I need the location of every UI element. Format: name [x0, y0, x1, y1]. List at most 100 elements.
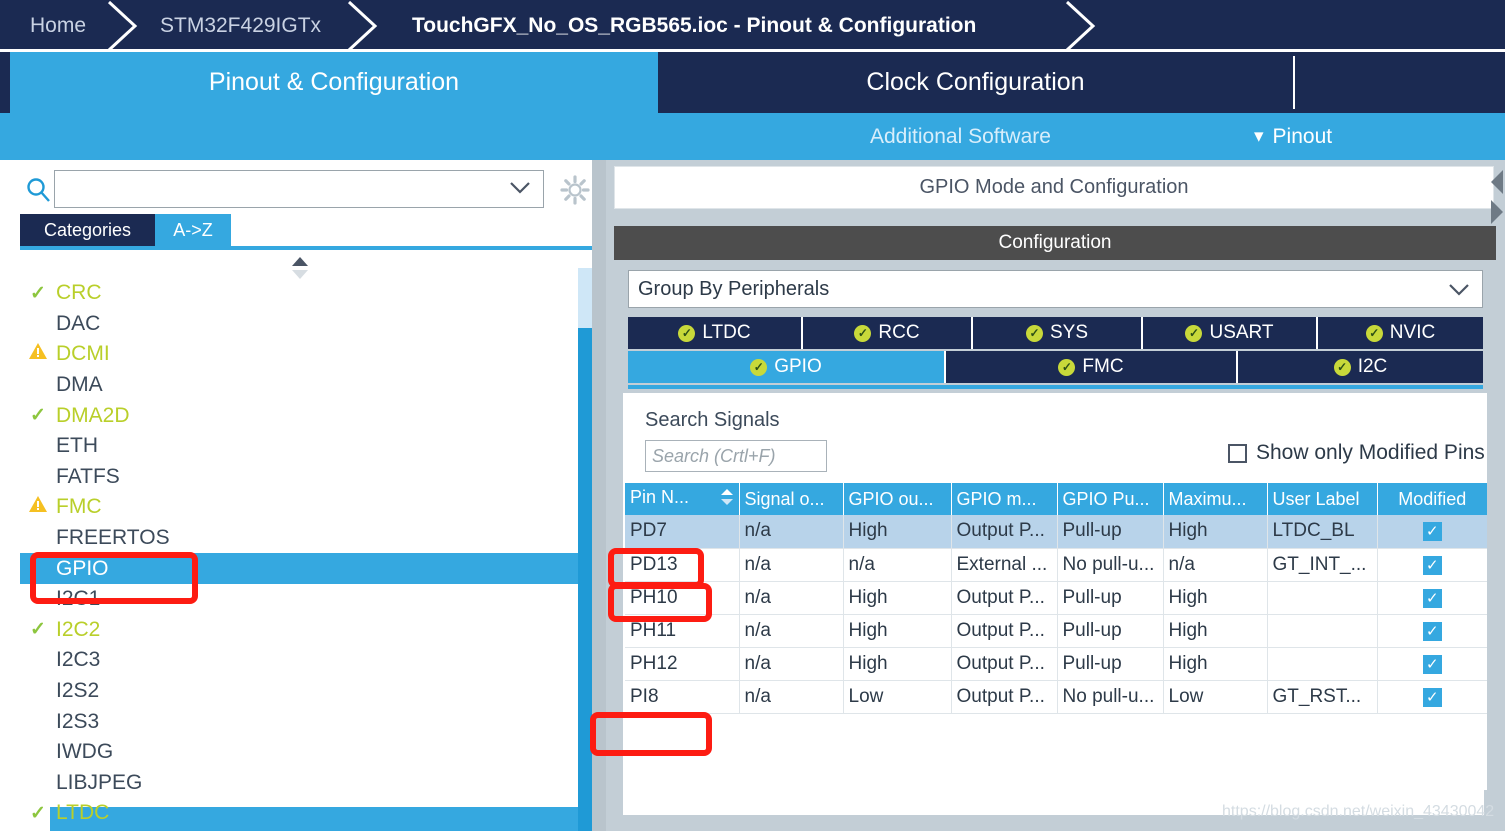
pin-table-cell[interactable]: Output P... — [951, 581, 1058, 615]
sidebar-item-i2c2[interactable]: ✓ I2C2 — [20, 615, 580, 646]
pin-table-cell[interactable]: n/a — [739, 614, 844, 648]
pin-table-cell[interactable]: High — [843, 614, 952, 648]
sort-ascending-icon[interactable] — [720, 487, 734, 512]
checkbox-checked-icon[interactable]: ✓ — [1422, 687, 1442, 707]
subtab-a-to-z[interactable]: A->Z — [155, 214, 231, 246]
chevron-down-icon[interactable] — [1448, 280, 1470, 303]
pin-table-cell[interactable]: Pull-up — [1057, 515, 1164, 549]
periph-tab-nvic[interactable]: ✓ NVIC — [1318, 317, 1483, 349]
sidebar-item-crc[interactable]: ✓ CRC — [20, 278, 580, 309]
sidebar-item-i2c3[interactable]: I2C3 — [20, 645, 580, 676]
pin-table-cell[interactable] — [1267, 647, 1378, 681]
checkbox-checked-icon[interactable]: ✓ — [1422, 555, 1442, 575]
panel-splitter[interactable] — [592, 160, 606, 831]
pin-table-cell[interactable]: n/a — [1163, 548, 1268, 582]
pin-table-cell[interactable]: n/a — [739, 548, 844, 582]
table-row[interactable]: PI8 n/a Low Output P... No pull-u... Low GT_RS… — [625, 680, 1487, 714]
pin-table-cell[interactable]: Pull-up — [1057, 647, 1164, 681]
sidebar-item-dac[interactable]: DAC — [20, 309, 580, 340]
periph-tab-gpio[interactable]: ✓ GPIO — [628, 351, 946, 383]
sidebar-scrollbar-thumb[interactable] — [578, 328, 592, 831]
periph-tab-rcc[interactable]: ✓ RCC — [803, 317, 973, 349]
pin-table-cell[interactable]: Output P... — [951, 647, 1058, 681]
sidebar-item-i2s3[interactable]: I2S3 — [20, 706, 580, 737]
pin-table-cell[interactable]: PH11 — [625, 614, 740, 648]
additional-software-button[interactable]: Additional Software — [870, 113, 1051, 160]
peripheral-search-input[interactable] — [54, 170, 544, 208]
gear-icon[interactable] — [560, 175, 590, 210]
sidebar-item-libjpeg[interactable]: LIBJPEG — [20, 768, 580, 799]
periph-tab-fmc[interactable]: ✓ FMC — [946, 351, 1238, 383]
pin-table-col-7[interactable]: Modified — [1377, 483, 1487, 515]
modified-checkbox-cell[interactable]: ✓ — [1377, 548, 1487, 582]
pin-table-cell[interactable]: Pull-up — [1057, 614, 1164, 648]
sidebar-item-dcmi[interactable]: DCMI — [20, 339, 580, 370]
periph-tab-usart[interactable]: ✓ USART — [1143, 317, 1318, 349]
table-row[interactable]: PH10 n/a High Output P... Pull-up High ✓ — [625, 581, 1487, 615]
checkbox-box-icon[interactable] — [1228, 443, 1247, 463]
sidebar-item-freertos[interactable]: FREERTOS — [20, 523, 580, 554]
pin-table-col-3[interactable]: GPIO m... — [951, 483, 1058, 515]
pin-table-cell[interactable]: Output P... — [951, 614, 1058, 648]
pin-table-cell[interactable]: External ... — [951, 548, 1058, 582]
modified-checkbox-cell[interactable]: ✓ — [1377, 647, 1487, 681]
periph-tab-ltdc[interactable]: ✓ LTDC — [628, 317, 803, 349]
sidebar-item-i2c1[interactable]: I2C1 — [20, 584, 580, 615]
table-row[interactable]: PH12 n/a High Output P... Pull-up High ✓ — [625, 647, 1487, 681]
pin-table-col-0[interactable]: Pin N... — [625, 483, 740, 515]
pin-table-cell[interactable]: PI8 — [625, 680, 740, 714]
sidebar-item-dma[interactable]: DMA — [20, 370, 580, 401]
pin-table-cell[interactable]: High — [843, 515, 952, 549]
pin-table-col-4[interactable]: GPIO Pu... — [1057, 483, 1164, 515]
pin-table-cell[interactable]: PH12 — [625, 647, 740, 681]
pin-table-cell[interactable]: GT_INT_... — [1267, 548, 1378, 582]
table-row[interactable]: PD13 n/a n/a External ... No pull-u... n/a GT_… — [625, 548, 1487, 582]
breadcrumb-item-mcu[interactable]: STM32F429IGTx — [160, 0, 321, 52]
pin-table-cell[interactable]: Low — [1163, 680, 1268, 714]
tab-third[interactable] — [1296, 52, 1505, 113]
chevron-down-icon[interactable] — [509, 181, 531, 200]
pin-table-cell[interactable]: n/a — [739, 680, 844, 714]
signal-search-input[interactable]: Search (Crtl+F) — [645, 440, 827, 472]
pin-table-cell[interactable] — [1267, 614, 1378, 648]
pin-table-cell[interactable]: High — [1163, 647, 1268, 681]
pin-table-col-2[interactable]: GPIO ou... — [843, 483, 952, 515]
pin-table-cell[interactable]: High — [1163, 515, 1268, 549]
pin-table-col-6[interactable]: User Label — [1267, 483, 1378, 515]
pin-table-cell[interactable]: High — [1163, 614, 1268, 648]
sidebar-item-ltdc[interactable]: ✓ LTDC — [20, 798, 580, 829]
pin-table-cell[interactable]: High — [843, 581, 952, 615]
modified-checkbox-cell[interactable]: ✓ — [1377, 515, 1487, 549]
sidebar-item-fmc[interactable]: FMC — [20, 492, 580, 523]
pin-table-cell[interactable]: n/a — [739, 647, 844, 681]
pin-table-cell[interactable]: Output P... — [951, 515, 1058, 549]
pin-table-cell[interactable]: LTDC_BL — [1267, 515, 1378, 549]
pin-table-cell[interactable]: n/a — [739, 581, 844, 615]
pin-table-cell[interactable]: Low — [843, 680, 952, 714]
periph-tab-i2c[interactable]: ✓ I2C — [1238, 351, 1483, 383]
pin-table-cell[interactable]: PD7 — [625, 515, 740, 549]
sidebar-item-eth[interactable]: ETH — [20, 431, 580, 462]
periph-tab-sys[interactable]: ✓ SYS — [973, 317, 1143, 349]
pin-table-cell[interactable]: High — [843, 647, 952, 681]
modified-checkbox-cell[interactable]: ✓ — [1377, 680, 1487, 714]
pin-table-cell[interactable]: GT_RST... — [1267, 680, 1378, 714]
pin-table-cell[interactable]: PD13 — [625, 548, 740, 582]
sidebar-item-fatfs[interactable]: FATFS — [20, 462, 580, 493]
modified-checkbox-cell[interactable]: ✓ — [1377, 581, 1487, 615]
pin-table-cell[interactable] — [1267, 581, 1378, 615]
checkbox-checked-icon[interactable]: ✓ — [1422, 621, 1442, 641]
sidebar-item-i2s2[interactable]: I2S2 — [20, 676, 580, 707]
checkbox-checked-icon[interactable]: ✓ — [1422, 654, 1442, 674]
show-only-modified-checkbox[interactable]: Show only Modified Pins — [1228, 441, 1485, 465]
pin-table-cell[interactable]: No pull-u... — [1057, 680, 1164, 714]
sidebar-item-gpio[interactable]: GPIO — [20, 553, 580, 584]
tab-clock-configuration[interactable]: Clock Configuration — [658, 52, 1293, 113]
pin-table-cell[interactable]: PH10 — [625, 581, 740, 615]
pin-table-cell[interactable]: No pull-u... — [1057, 548, 1164, 582]
group-by-dropdown[interactable]: Group By Peripherals — [628, 270, 1483, 308]
pin-table-cell[interactable]: Pull-up — [1057, 581, 1164, 615]
modified-checkbox-cell[interactable]: ✓ — [1377, 614, 1487, 648]
checkbox-checked-icon[interactable]: ✓ — [1422, 522, 1442, 542]
pin-table-col-5[interactable]: Maximu... — [1163, 483, 1268, 515]
